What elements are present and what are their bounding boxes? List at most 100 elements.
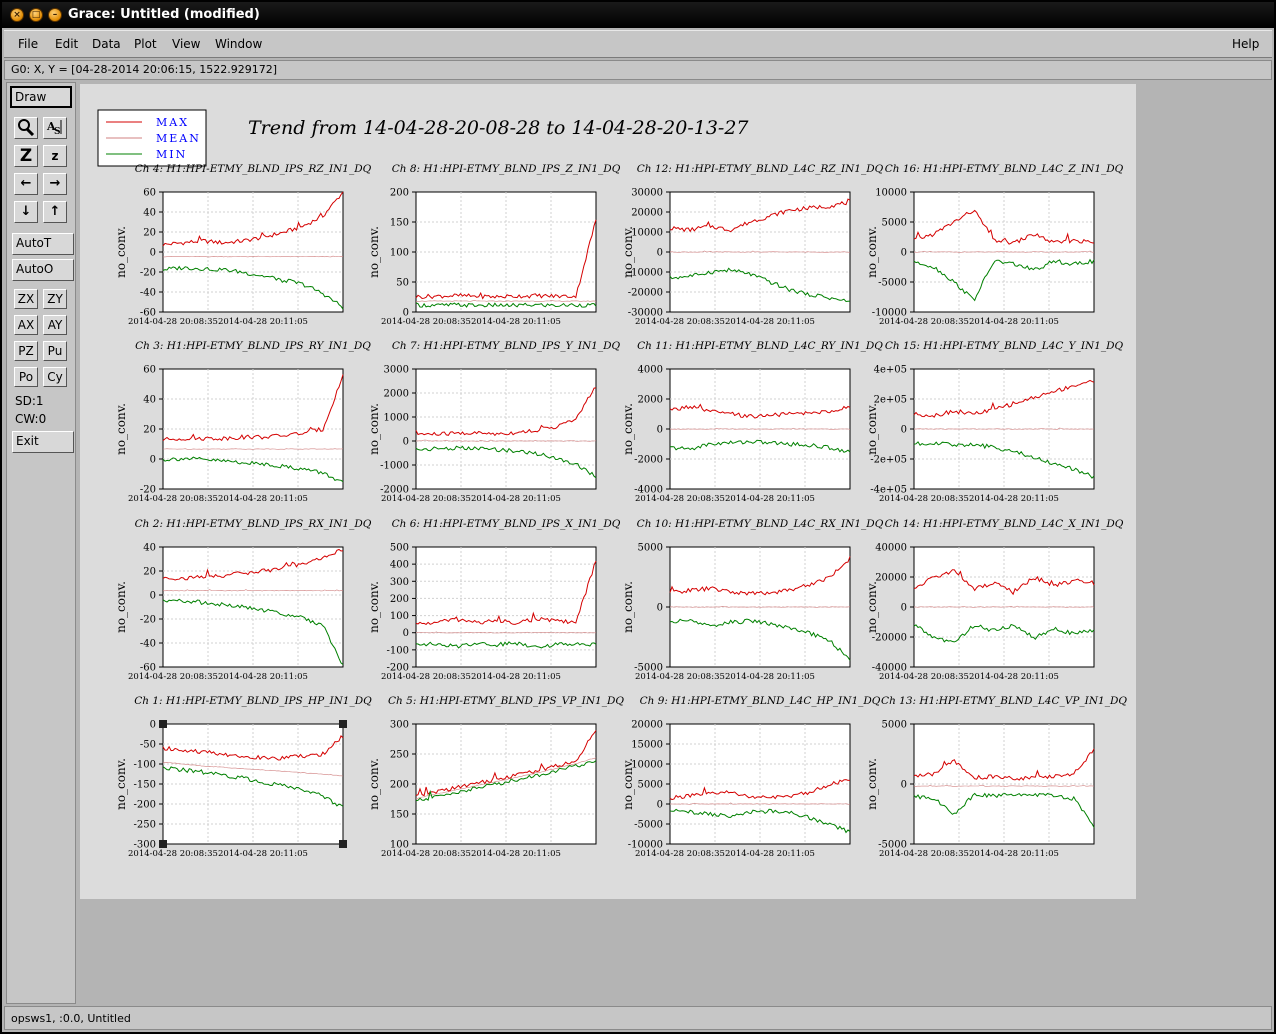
y-tick-label: 5000	[638, 543, 663, 554]
y-tick-label: 60	[143, 365, 156, 376]
close-window-button[interactable]: ×	[10, 8, 24, 22]
menu-file[interactable]: File	[18, 37, 38, 51]
chart-panel: Ch 16: H1:HPI-ETMY_BLND_L4C_Z_IN1_DQ 1000…	[865, 163, 1124, 327]
panel-title: Ch 6: H1:HPI-ETMY_BLND_IPS_X_IN1_DQ	[392, 518, 621, 530]
selection-handle	[339, 720, 347, 728]
y-tick-label: 40	[143, 208, 156, 219]
chart-panel: Ch 13: H1:HPI-ETMY_BLND_L4C_VP_IN1_DQ 500…	[865, 695, 1127, 859]
current-world-label: CW:0	[15, 412, 47, 426]
y-axis-label: no_conv.	[621, 581, 635, 633]
scroll-down-button[interactable]: ↓	[14, 201, 38, 223]
autoscale-icon: AS	[46, 120, 62, 137]
menu-plot[interactable]: Plot	[134, 37, 157, 51]
y-axis-label: no_conv.	[367, 758, 381, 810]
chart-panel: Ch 3: H1:HPI-ETMY_BLND_IPS_RY_IN1_DQ 60 40…	[114, 340, 371, 504]
y-tick-label: 0	[901, 248, 907, 259]
zoom-y-button[interactable]: ZY	[43, 289, 67, 309]
pop-button[interactable]: Po	[14, 367, 38, 387]
panel-title: Ch 14: H1:HPI-ETMY_BLND_L4C_X_IN1_DQ	[885, 518, 1124, 530]
exit-button[interactable]: Exit	[12, 431, 74, 453]
autoscale-y-button[interactable]: AY	[43, 315, 67, 335]
cycle-button[interactable]: Cy	[43, 367, 67, 387]
x-tick-label: 2014-04-28 20:11:05	[218, 849, 308, 859]
autotick-button[interactable]: AutoT	[12, 233, 74, 255]
menu-view[interactable]: View	[172, 37, 200, 51]
y-tick-label: 40	[143, 395, 156, 406]
y-tick-label: 0	[403, 628, 409, 639]
window-title: Grace: Untitled (modified)	[68, 7, 260, 22]
canvas-area[interactable]: MAX MEAN MIN Trend from 14-04-28-20-08-28 t…	[78, 82, 1272, 1004]
legend-label-max: MAX	[156, 116, 189, 129]
panel-title: Ch 3: H1:HPI-ETMY_BLND_IPS_RY_IN1_DQ	[135, 340, 371, 352]
y-tick-label: 0	[657, 603, 663, 614]
y-tick-label: 20000	[631, 208, 663, 219]
draw-button[interactable]: Draw	[10, 86, 72, 108]
x-tick-label: 2014-04-28 20:11:05	[218, 494, 308, 504]
y-tick-label: -250	[134, 820, 156, 831]
push-zoom-button[interactable]: PZ	[14, 341, 38, 361]
menu-help[interactable]: Help	[1232, 37, 1259, 51]
zoom-button[interactable]	[14, 117, 38, 139]
panel-title: Ch 16: H1:HPI-ETMY_BLND_L4C_Z_IN1_DQ	[885, 163, 1124, 175]
y-axis-label: no_conv.	[621, 403, 635, 455]
x-tick-label: 2014-04-28 20:11:05	[725, 494, 815, 504]
y-axis-label: no_conv.	[865, 226, 879, 278]
chart-title: Trend from 14-04-28-20-08-28 to 14-04-28…	[248, 117, 749, 139]
x-tick-label: 2014-04-28 20:11:05	[471, 317, 561, 327]
scroll-left-button[interactable]: ←	[14, 173, 38, 195]
y-tick-label: -5000	[634, 820, 663, 831]
plot-page[interactable]: MAX MEAN MIN Trend from 14-04-28-20-08-28 t…	[80, 84, 1136, 899]
y-tick-label: 300	[390, 577, 409, 588]
panel-title: Ch 15: H1:HPI-ETMY_BLND_L4C_Y_IN1_DQ	[885, 340, 1124, 352]
y-axis-label: no_conv.	[865, 581, 879, 633]
y-tick-label: -20000	[872, 633, 907, 644]
autoscale-button[interactable]: AS	[43, 117, 67, 139]
chart-panel: Ch 5: H1:HPI-ETMY_BLND_IPS_VP_IN1_DQ 300 2…	[367, 695, 624, 859]
zoom-out-button[interactable]: z	[43, 145, 67, 167]
menu-edit[interactable]: Edit	[55, 37, 78, 51]
minimize-window-button[interactable]: –	[48, 8, 62, 22]
main-toolbar: Draw AS Z z ← → ↓ ↑ AutoT AutoO ZX ZY AX…	[6, 82, 76, 1004]
y-tick-label: 2000	[384, 389, 409, 400]
x-tick-label: 2014-04-28 20:08:35	[635, 849, 725, 859]
menu-window[interactable]: Window	[215, 37, 262, 51]
y-tick-label: 15000	[631, 740, 663, 751]
svg-text:S: S	[54, 127, 61, 136]
x-tick-label: 2014-04-28 20:11:05	[218, 317, 308, 327]
y-tick-label: 4e+05	[874, 365, 907, 376]
y-tick-label: 200	[390, 594, 409, 605]
zoom-in-button[interactable]: Z	[14, 145, 38, 167]
y-axis-label: no_conv.	[367, 403, 381, 455]
y-tick-label: 60	[143, 188, 156, 199]
y-tick-label: 0	[150, 248, 156, 259]
trend-chart[interactable]: MAX MEAN MIN Trend from 14-04-28-20-08-28 t…	[80, 84, 1136, 899]
maximize-window-button[interactable]: □	[29, 8, 43, 22]
chart-panel: Ch 8: H1:HPI-ETMY_BLND_IPS_Z_IN1_DQ 200 15…	[367, 163, 621, 327]
y-tick-label: 20	[143, 425, 156, 436]
scroll-right-button[interactable]: →	[43, 173, 67, 195]
y-tick-label: -20	[140, 615, 156, 626]
y-tick-label: 0	[150, 591, 156, 602]
x-tick-label: 2014-04-28 20:08:35	[128, 317, 218, 327]
status-bar: opsws1, :0.0, Untitled	[4, 1006, 1272, 1030]
push-button[interactable]: Pu	[43, 341, 67, 361]
zoom-x-button[interactable]: ZX	[14, 289, 38, 309]
y-tick-label: 200	[390, 780, 409, 791]
chart-panel: Ch 7: H1:HPI-ETMY_BLND_IPS_Y_IN1_DQ 3000 2…	[367, 340, 621, 504]
scroll-up-button[interactable]: ↑	[43, 201, 67, 223]
x-tick-label: 2014-04-28 20:08:35	[128, 849, 218, 859]
legend-label-min: MIN	[156, 148, 187, 161]
y-tick-label: 10000	[875, 188, 907, 199]
x-tick-label: 2014-04-28 20:11:05	[471, 672, 561, 682]
selection-handle	[159, 840, 167, 848]
autoscale-x-button[interactable]: AX	[14, 315, 38, 335]
chart-panel: Ch 4: H1:HPI-ETMY_BLND_IPS_RZ_IN1_DQ 60 40…	[114, 163, 372, 327]
selection-handle	[339, 840, 347, 848]
panel-title: Ch 2: H1:HPI-ETMY_BLND_IPS_RX_IN1_DQ	[135, 518, 372, 530]
x-tick-label: 2014-04-28 20:11:05	[471, 494, 561, 504]
panel-title: Ch 13: H1:HPI-ETMY_BLND_L4C_VP_IN1_DQ	[881, 695, 1127, 707]
y-tick-label: 250	[390, 750, 409, 761]
autoscale-on-button[interactable]: AutoO	[12, 259, 74, 281]
menu-data[interactable]: Data	[92, 37, 121, 51]
y-tick-label: 20000	[631, 720, 663, 731]
